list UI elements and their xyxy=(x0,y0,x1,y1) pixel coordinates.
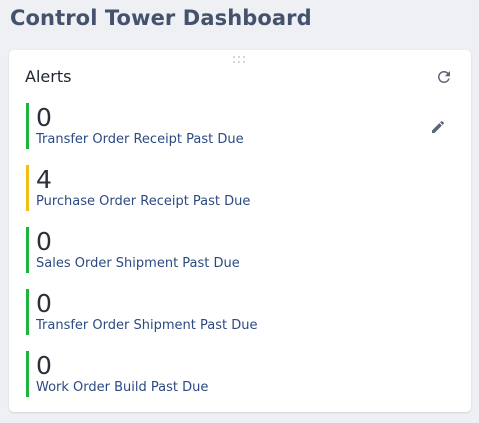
pencil-icon[interactable] xyxy=(430,119,446,135)
alert-count: 0 xyxy=(36,351,52,380)
status-bar xyxy=(26,165,29,211)
alert-count: 0 xyxy=(36,227,52,256)
alert-count: 0 xyxy=(36,289,52,318)
alert-item-transfer-order-receipt[interactable]: 0 Transfer Order Receipt Past Due xyxy=(26,103,406,149)
alert-label[interactable]: Purchase Order Receipt Past Due xyxy=(36,194,406,210)
alert-item-purchase-order-receipt[interactable]: 4 Purchase Order Receipt Past Due xyxy=(26,165,406,211)
status-bar xyxy=(26,103,29,149)
alerts-list: 0 Transfer Order Receipt Past Due 4 Purc… xyxy=(26,103,406,413)
alerts-widget: Alerts 0 Transfer Order Receipt Past Due… xyxy=(9,50,471,412)
alert-label[interactable]: Transfer Order Shipment Past Due xyxy=(36,318,406,334)
alert-item-sales-order-shipment[interactable]: 0 Sales Order Shipment Past Due xyxy=(26,227,406,273)
alert-label[interactable]: Transfer Order Receipt Past Due xyxy=(36,132,406,148)
alert-count: 0 xyxy=(36,103,52,132)
alert-count: 4 xyxy=(36,165,52,194)
page-title: Control Tower Dashboard xyxy=(10,6,312,30)
alert-label[interactable]: Sales Order Shipment Past Due xyxy=(36,256,406,272)
alert-item-transfer-order-shipment[interactable]: 0 Transfer Order Shipment Past Due xyxy=(26,289,406,335)
drag-handle-icon[interactable] xyxy=(233,56,247,64)
refresh-icon[interactable] xyxy=(435,68,453,86)
alert-label[interactable]: Work Order Build Past Due xyxy=(36,380,406,396)
widget-title: Alerts xyxy=(25,67,72,86)
alert-item-work-order-build[interactable]: 0 Work Order Build Past Due xyxy=(26,351,406,397)
status-bar xyxy=(26,351,29,397)
status-bar xyxy=(26,227,29,273)
status-bar xyxy=(26,289,29,335)
